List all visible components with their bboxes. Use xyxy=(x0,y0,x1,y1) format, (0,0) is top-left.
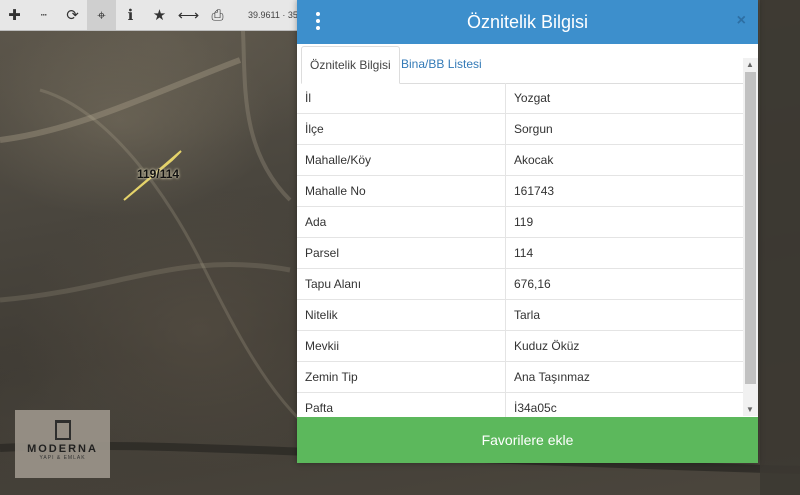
print-icon[interactable]: ⎙ xyxy=(203,0,232,30)
attribute-value: 676,16 xyxy=(505,268,743,300)
attribute-key: Mahalle No xyxy=(297,175,506,207)
favorite-star-icon[interactable]: ★ xyxy=(145,0,174,30)
attribute-value: Kuduz Öküz xyxy=(505,330,743,362)
refresh-icon[interactable]: ⟳ xyxy=(58,0,87,30)
attribute-key: İl xyxy=(297,83,506,114)
info-icon[interactable]: ℹ xyxy=(116,0,145,30)
scroll-thumb[interactable] xyxy=(745,72,756,384)
tab-attribute-info[interactable]: Öznitelik Bilgisi xyxy=(301,46,400,84)
kebab-menu-icon[interactable] xyxy=(313,12,323,30)
attribute-key: Parsel xyxy=(297,237,506,269)
logo-subtitle: YAPI & EMLAK xyxy=(39,455,86,461)
attribute-key: Ada xyxy=(297,206,506,238)
scroll-down-icon[interactable]: ▼ xyxy=(746,405,754,414)
table-row: İlçe Sorgun xyxy=(297,113,743,145)
attribute-value: Yozgat xyxy=(505,83,743,114)
table-row: Pafta İ34a05c xyxy=(297,392,743,417)
measure-icon[interactable]: ··· xyxy=(29,0,58,30)
attribute-value: Tarla xyxy=(505,299,743,331)
attribute-key: Nitelik xyxy=(297,299,506,331)
logo-name: MODERNA xyxy=(27,443,98,455)
attribute-key: Tapu Alanı xyxy=(297,268,506,300)
parcel-label: 119/114 xyxy=(137,167,180,181)
attribute-table: İl Yozgat İlçe Sorgun Mahalle/Köy Akocak Mahal… xyxy=(297,83,743,417)
attribute-value: Akocak xyxy=(505,144,743,176)
attribute-key: Mevkii xyxy=(297,330,506,362)
locate-icon[interactable]: ⌖ xyxy=(87,0,116,30)
attribute-value: 161743 xyxy=(505,175,743,207)
attribute-value: Sorgun xyxy=(505,113,743,145)
close-icon[interactable]: × xyxy=(737,12,746,30)
coordinate-readout: 39.9611 · 35 xyxy=(248,10,298,20)
attribute-value: Ana Taşınmaz xyxy=(505,361,743,393)
dialog-header: Öznitelik Bilgisi × xyxy=(297,0,758,44)
table-row: Mevkii Kuduz Öküz xyxy=(297,330,743,362)
attribute-value: İ34a05c xyxy=(505,392,743,417)
attribute-value: 114 xyxy=(505,237,743,269)
dialog-tabs: Öznitelik Bilgisi Bina/BB Listesi xyxy=(301,46,754,84)
watermark-logo: MODERNA YAPI & EMLAK xyxy=(15,410,110,478)
logo-mark-icon xyxy=(54,420,71,440)
table-row: Tapu Alanı 676,16 xyxy=(297,268,743,300)
map-toolbar: ✚ ··· ⟳ ⌖ ℹ ★ ⟷ ⎙ 39.9611 · 35 xyxy=(0,0,310,31)
table-row: Mahalle/Köy Akocak xyxy=(297,144,743,176)
attribute-table-container[interactable]: İl Yozgat İlçe Sorgun Mahalle/Köy Akocak Mahal… xyxy=(297,83,743,417)
attribute-key: İlçe xyxy=(297,113,506,145)
pan-icon[interactable]: ✚ xyxy=(0,0,29,30)
scrollbar[interactable]: ▲ ▼ xyxy=(743,58,758,416)
attribute-dialog: Öznitelik Bilgisi × Öznitelik Bilgisi Bi… xyxy=(297,0,758,463)
attribute-key: Mahalle/Köy xyxy=(297,144,506,176)
table-row: Parsel 114 xyxy=(297,237,743,269)
table-row: Ada 119 xyxy=(297,206,743,238)
attribute-key: Zemin Tip xyxy=(297,361,506,393)
attribute-key: Pafta xyxy=(297,392,506,417)
table-row: İl Yozgat xyxy=(297,83,743,114)
table-row: Mahalle No 161743 xyxy=(297,175,743,207)
dialog-title: Öznitelik Bilgisi xyxy=(466,11,589,32)
distance-icon[interactable]: ⟷ xyxy=(174,0,203,30)
tab-building-list[interactable]: Bina/BB Listesi xyxy=(393,46,490,82)
scroll-up-icon[interactable]: ▲ xyxy=(746,60,754,69)
table-row: Zemin Tip Ana Taşınmaz xyxy=(297,361,743,393)
table-row: Nitelik Tarla xyxy=(297,299,743,331)
add-favorite-button[interactable]: Favorilere ekle xyxy=(297,417,758,463)
attribute-value: 119 xyxy=(505,206,743,238)
